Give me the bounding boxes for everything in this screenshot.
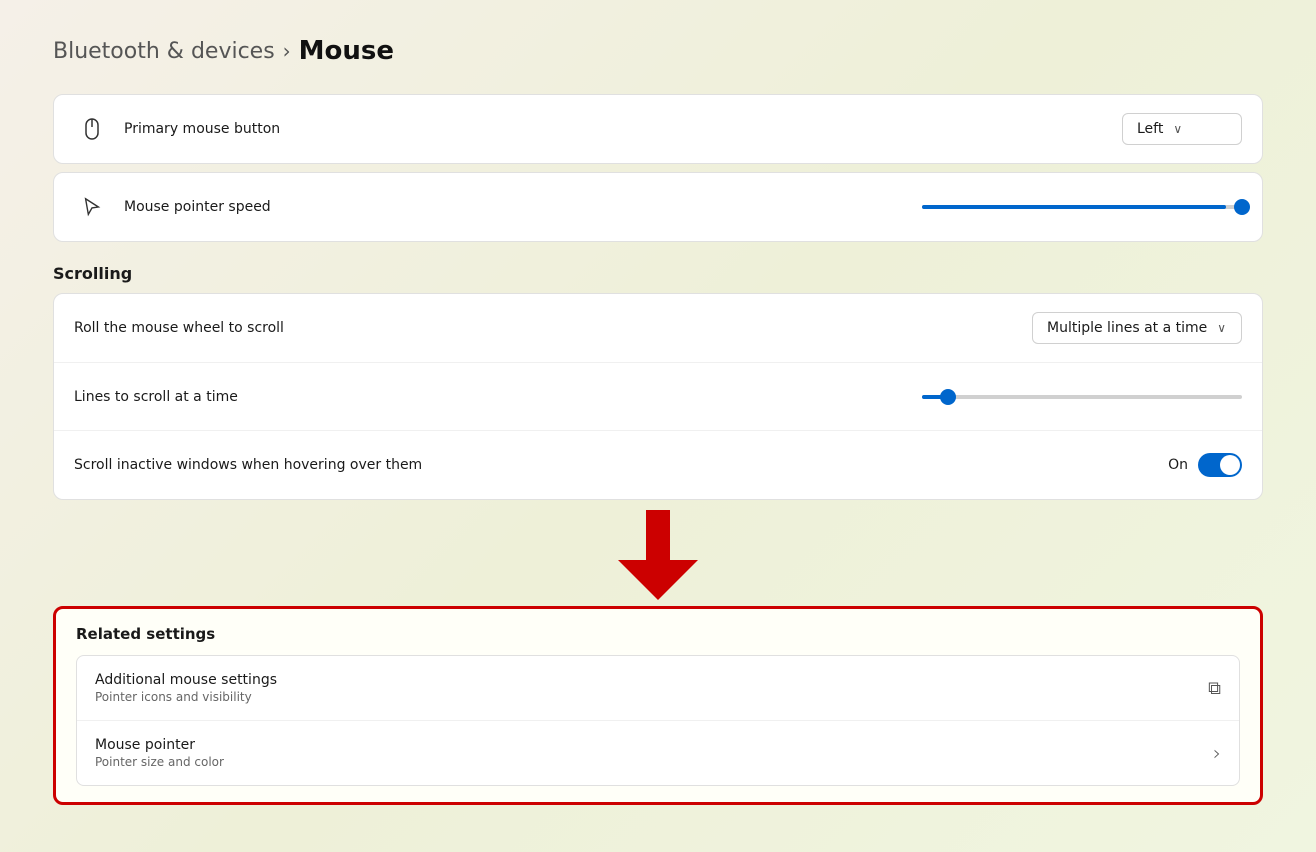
mouse-pointer-row[interactable]: Mouse pointer Pointer size and color › bbox=[77, 721, 1239, 785]
primary-mouse-button-card: Primary mouse button Left ∨ bbox=[53, 94, 1263, 164]
primary-mouse-button-control[interactable]: Left ∨ bbox=[1122, 113, 1242, 145]
breadcrumb: Bluetooth & devices › Mouse bbox=[53, 36, 1263, 66]
mouse-pointer-speed-card: Mouse pointer speed bbox=[53, 172, 1263, 242]
mouse-pointer-speed-label: Mouse pointer speed bbox=[124, 199, 922, 215]
mouse-pointer-text: Mouse pointer Pointer size and color bbox=[95, 737, 1213, 769]
primary-mouse-button-label: Primary mouse button bbox=[124, 121, 1122, 137]
slider-fill bbox=[922, 205, 1226, 209]
mouse-pointer-speed-control[interactable] bbox=[922, 205, 1242, 209]
external-link-icon: ⧉ bbox=[1208, 678, 1221, 699]
mouse-pointer-speed-slider[interactable] bbox=[922, 205, 1242, 209]
lines-to-scroll-control[interactable] bbox=[922, 395, 1242, 399]
slider-track-2[interactable] bbox=[922, 395, 1242, 399]
dropdown-value: Left bbox=[1137, 121, 1163, 137]
breadcrumb-parent[interactable]: Bluetooth & devices bbox=[53, 39, 275, 64]
roll-dropdown-value: Multiple lines at a time bbox=[1047, 320, 1207, 336]
additional-mouse-subtitle: Pointer icons and visibility bbox=[95, 690, 1208, 704]
mouse-pointer-title: Mouse pointer bbox=[95, 737, 1213, 753]
lines-to-scroll-label: Lines to scroll at a time bbox=[74, 389, 922, 405]
mouse-icon bbox=[74, 117, 110, 141]
scroll-inactive-windows-row: Scroll inactive windows when hovering ov… bbox=[54, 431, 1262, 499]
scroll-inactive-control[interactable]: On bbox=[1168, 453, 1242, 477]
chevron-down-icon: ∨ bbox=[1173, 122, 1182, 136]
scroll-inactive-toggle[interactable] bbox=[1198, 453, 1242, 477]
roll-mouse-wheel-control[interactable]: Multiple lines at a time ∨ bbox=[1032, 312, 1242, 344]
chevron-right-icon: › bbox=[1213, 741, 1221, 765]
chevron-down-icon-2: ∨ bbox=[1217, 321, 1226, 335]
red-arrow-icon bbox=[618, 510, 698, 600]
breadcrumb-separator: › bbox=[283, 39, 291, 63]
roll-mouse-wheel-dropdown[interactable]: Multiple lines at a time ∨ bbox=[1032, 312, 1242, 344]
scrolling-section-title: Scrolling bbox=[53, 264, 1263, 283]
roll-mouse-wheel-label: Roll the mouse wheel to scroll bbox=[74, 320, 1032, 336]
slider-track[interactable] bbox=[922, 205, 1242, 209]
related-settings-title: Related settings bbox=[76, 625, 1240, 643]
scrolling-card: Roll the mouse wheel to scroll Multiple … bbox=[53, 293, 1263, 500]
toggle-thumb bbox=[1220, 455, 1240, 475]
slider-thumb[interactable] bbox=[1234, 199, 1250, 215]
related-settings-section: Related settings Additional mouse settin… bbox=[53, 606, 1263, 805]
mouse-pointer-speed-row: Mouse pointer speed bbox=[54, 173, 1262, 241]
settings-page: Bluetooth & devices › Mouse Primary mous… bbox=[23, 16, 1293, 836]
additional-mouse-settings-row[interactable]: Additional mouse settings Pointer icons … bbox=[77, 656, 1239, 721]
slider-thumb-2[interactable] bbox=[940, 389, 956, 405]
lines-to-scroll-slider[interactable] bbox=[922, 395, 1242, 399]
primary-mouse-button-dropdown[interactable]: Left ∨ bbox=[1122, 113, 1242, 145]
related-settings-card: Additional mouse settings Pointer icons … bbox=[76, 655, 1240, 786]
lines-to-scroll-row: Lines to scroll at a time bbox=[54, 363, 1262, 431]
cursor-icon bbox=[74, 196, 110, 218]
toggle-on-label: On bbox=[1168, 457, 1188, 473]
scroll-inactive-label: Scroll inactive windows when hovering ov… bbox=[74, 457, 1168, 473]
primary-mouse-button-row: Primary mouse button Left ∨ bbox=[54, 95, 1262, 163]
annotation-arrow-container bbox=[53, 510, 1263, 600]
breadcrumb-current: Mouse bbox=[299, 36, 394, 66]
roll-mouse-wheel-row: Roll the mouse wheel to scroll Multiple … bbox=[54, 294, 1262, 363]
additional-mouse-text: Additional mouse settings Pointer icons … bbox=[95, 672, 1208, 704]
additional-mouse-title: Additional mouse settings bbox=[95, 672, 1208, 688]
mouse-pointer-subtitle: Pointer size and color bbox=[95, 755, 1213, 769]
